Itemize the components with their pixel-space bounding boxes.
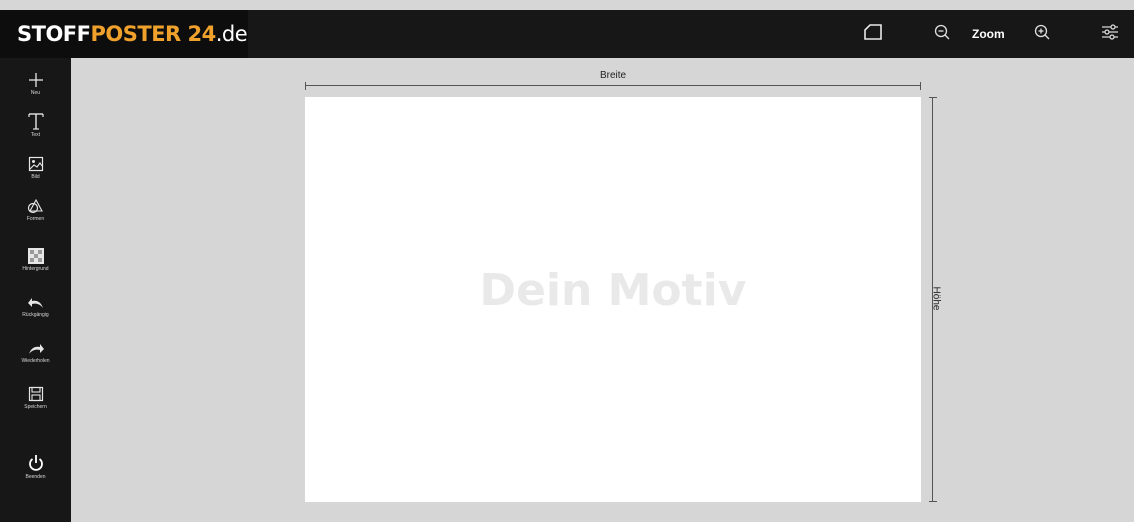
brand-logo-part2: POSTER 24: [90, 22, 217, 46]
zoom-out-button[interactable]: [928, 10, 956, 58]
tool-save-label: Speichern: [24, 404, 47, 410]
shapes-icon: [0, 192, 71, 214]
height-dimension-start-tick: [929, 97, 937, 98]
zoom-in-button[interactable]: [1028, 10, 1056, 58]
top-toolbar: STOFF POSTER 24 .de Zoom: [0, 10, 1134, 58]
tool-undo-label: Rückgängig: [22, 312, 49, 318]
tool-redo-label: Wiederholen: [21, 358, 50, 364]
tool-exit-label: Beenden: [25, 474, 46, 480]
save-icon: [0, 380, 71, 402]
tool-sidebar: Neu Text Bild Formen Hintergrund Rückgän…: [0, 58, 71, 522]
image-icon: [0, 150, 71, 172]
tool-undo[interactable]: Rückgängig: [0, 288, 71, 318]
sliders-icon: [1100, 23, 1120, 46]
page-format-button[interactable]: [858, 10, 888, 58]
brand-logo-part1: STOFF: [17, 22, 91, 46]
tool-new-label: Neu: [30, 90, 41, 96]
redo-icon: [0, 334, 71, 356]
tool-background[interactable]: Hintergrund: [0, 242, 71, 272]
page-format-icon: [863, 23, 883, 45]
undo-icon: [0, 288, 71, 310]
tool-text[interactable]: Text: [0, 108, 71, 138]
plus-icon: [0, 66, 71, 88]
power-icon: [0, 450, 71, 472]
text-icon: [0, 108, 71, 130]
tool-redo[interactable]: Wiederholen: [0, 334, 71, 364]
tool-shapes-label: Formen: [26, 216, 45, 222]
settings-button[interactable]: [1096, 10, 1124, 58]
zoom-label: Zoom: [972, 27, 1005, 41]
tool-image-label: Bild: [31, 174, 40, 180]
zoom-out-icon: [933, 23, 951, 46]
zoom-in-icon: [1033, 23, 1051, 46]
height-dimension-end-tick: [929, 501, 937, 502]
tool-text-label: Text: [30, 132, 41, 138]
tool-shapes[interactable]: Formen: [0, 192, 71, 222]
height-label: Höhe: [930, 286, 942, 311]
width-label: Breite: [599, 70, 627, 81]
canvas-placeholder-text: Dein Motiv: [479, 265, 747, 316]
brand-logo-part3: .de: [215, 22, 248, 46]
tool-new[interactable]: Neu: [0, 66, 71, 96]
background-icon: [0, 242, 71, 264]
width-dimension-start-tick: [305, 82, 306, 90]
tool-exit[interactable]: Beenden: [0, 450, 71, 480]
width-dimension-line: [305, 85, 921, 86]
tool-save[interactable]: Speichern: [0, 380, 71, 410]
tool-image[interactable]: Bild: [0, 150, 71, 180]
width-dimension-end-tick: [920, 82, 921, 90]
brand-logo[interactable]: STOFF POSTER 24 .de: [0, 10, 248, 58]
tool-background-label: Hintergrund: [22, 266, 49, 272]
design-canvas[interactable]: Dein Motiv: [305, 97, 921, 502]
